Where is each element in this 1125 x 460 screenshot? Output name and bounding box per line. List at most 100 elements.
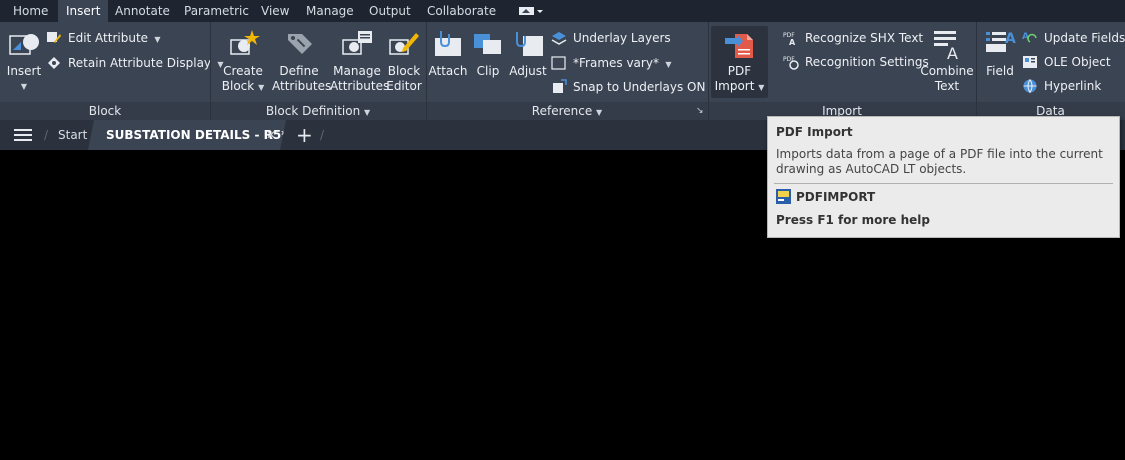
pdf-import-icon	[724, 34, 753, 58]
tab-insert[interactable]: Insert	[58, 0, 109, 22]
attach-icon	[435, 31, 461, 56]
ole-object-icon	[1023, 56, 1037, 68]
pdf-import-label-1: PDF	[727, 64, 752, 78]
block-editor-icon	[389, 33, 419, 55]
update-fields-icon: A	[1022, 32, 1037, 43]
svg-text:PDF: PDF	[783, 56, 795, 63]
block-editor-label-1: Block	[387, 64, 421, 78]
tooltip-description: Imports data from a page of a PDF file i…	[776, 147, 1103, 176]
combine-text-label-1: Combine	[920, 64, 974, 78]
create-block-icon	[230, 30, 260, 55]
ole-object-label: OLE Object	[1044, 55, 1111, 69]
combine-text-label-2: Text	[934, 79, 960, 93]
tooltip-divider	[774, 183, 1113, 184]
edit-attribute-label: Edit Attribute	[68, 31, 149, 45]
combine-text-button[interactable]: A Combine Text	[920, 26, 974, 98]
hyperlink-label: Hyperlink	[1044, 79, 1102, 93]
active-file-tab[interactable]: SUBSTATION DETAILS - R5* ✕	[88, 120, 286, 150]
frame-icon	[551, 56, 566, 70]
manage-attributes-label-1: Manage	[333, 64, 381, 78]
svg-text:A: A	[789, 38, 796, 46]
tab-output[interactable]: Output	[369, 0, 411, 22]
adjust-icon	[516, 32, 543, 56]
retain-attribute-icon	[48, 57, 60, 69]
tab-view[interactable]: View	[261, 0, 289, 22]
tab-manage[interactable]: Manage	[306, 0, 354, 22]
recognition-settings-label: Recognition Settings	[805, 55, 929, 69]
block-panel-title: Block	[88, 104, 122, 118]
tooltip-command: PDFIMPORT	[796, 190, 876, 204]
frames-dropdown-icon[interactable]: ▼	[663, 60, 671, 69]
reference-dialog-launcher-icon[interactable]: ↘	[696, 106, 704, 116]
define-attributes-button[interactable]: Define Attributes	[272, 26, 332, 98]
svg-text:A: A	[947, 44, 958, 60]
block-definition-expand-icon[interactable]: ▼	[364, 108, 370, 117]
new-tab-plus-icon[interactable]: +	[296, 120, 313, 150]
manage-attributes-icon	[342, 31, 372, 55]
tab-collaborate[interactable]: Collaborate	[427, 0, 496, 22]
start-tab[interactable]: Start	[58, 120, 87, 150]
tab-home[interactable]: Home	[13, 0, 48, 22]
workspace-switch-icon[interactable]	[518, 0, 544, 22]
clip-icon	[474, 34, 501, 54]
adjust-button[interactable]: Adjust	[508, 26, 548, 98]
define-attributes-label-1: Define	[279, 64, 319, 78]
attach-button[interactable]: Attach	[428, 26, 468, 98]
field-button[interactable]: A Field	[980, 26, 1020, 98]
tab-annotate[interactable]: Annotate	[115, 0, 170, 22]
retain-attribute-display-label: Retain Attribute Display	[68, 56, 212, 70]
snap-label: Snap to Underlays ON	[573, 80, 706, 94]
create-block-dropdown-icon[interactable]: ▼	[258, 83, 264, 92]
create-block-label-2: Block	[221, 79, 255, 93]
snap-icon	[553, 79, 567, 93]
field-label: Field	[986, 64, 1014, 78]
manage-attributes-label-2: Attributes	[330, 79, 390, 93]
edit-attribute-dropdown-icon[interactable]: ▼	[152, 35, 160, 44]
frames-vary-label: *Frames vary*	[573, 56, 659, 70]
pdf-import-label-2: Import	[714, 79, 755, 93]
command-icon	[776, 189, 791, 204]
edit-attribute-icon	[47, 32, 61, 43]
insert-dropdown-icon[interactable]: ▼	[21, 82, 27, 91]
tab-divider: /	[44, 128, 49, 142]
reference-expand-icon[interactable]: ▼	[596, 108, 602, 117]
recognize-shx-text-label: Recognize SHX Text	[805, 31, 924, 45]
tab-divider: /	[320, 128, 325, 142]
adjust-label: Adjust	[509, 64, 547, 78]
block-editor-label-2: Editor	[386, 79, 422, 93]
ribbon: Insert ▼ Edit Attribute ▼ Retain Attribu…	[0, 22, 1125, 120]
create-block-button[interactable]: Create Block ▼	[218, 26, 268, 98]
tooltip-title: PDF Import	[776, 125, 853, 139]
block-definition-panel-title[interactable]: Block Definition ▼	[210, 102, 426, 120]
svg-text:A: A	[1005, 31, 1016, 47]
field-icon: A	[986, 31, 1016, 52]
pdf-import-button[interactable]: PDF Import ▼	[711, 26, 768, 98]
recognize-shx-icon: PDFA	[783, 32, 796, 46]
update-fields-label: Update Fields	[1044, 31, 1125, 45]
reference-panel-title[interactable]: Reference ▼	[426, 102, 708, 120]
recognition-settings-icon: PDF	[783, 56, 799, 70]
insert-button[interactable]: Insert ▼	[2, 26, 46, 98]
insert-block-icon	[9, 34, 39, 55]
tooltip-help: Press F1 for more help	[776, 213, 930, 227]
ribbon-tab-bar: Home Insert Annotate Parametric View Man…	[0, 0, 1125, 22]
globe-icon	[1023, 79, 1037, 94]
attach-label: Attach	[428, 64, 468, 78]
active-file-name: SUBSTATION DETAILS - R5*	[106, 128, 288, 142]
close-tab-icon[interactable]: ✕	[266, 120, 276, 150]
underlay-layers-icon	[551, 32, 567, 45]
combine-text-icon: A	[934, 31, 958, 60]
tab-parametric[interactable]: Parametric	[184, 0, 249, 22]
pdf-import-dropdown-icon[interactable]: ▼	[758, 83, 764, 92]
define-attributes-icon	[288, 34, 312, 54]
manage-attributes-button[interactable]: Manage Attributes	[330, 26, 390, 98]
underlay-layers-label: Underlay Layers	[573, 31, 671, 45]
block-editor-button[interactable]: Block Editor	[385, 26, 423, 98]
create-block-label-1: Create	[223, 64, 263, 78]
hamburger-menu-icon[interactable]	[14, 120, 32, 150]
clip-button[interactable]: Clip	[470, 26, 506, 98]
insert-label: Insert	[6, 64, 42, 78]
define-attributes-label-2: Attributes	[272, 79, 332, 93]
clip-label: Clip	[476, 64, 500, 78]
pdf-import-tooltip: PDF Import Imports data from a page of a…	[767, 116, 1120, 238]
